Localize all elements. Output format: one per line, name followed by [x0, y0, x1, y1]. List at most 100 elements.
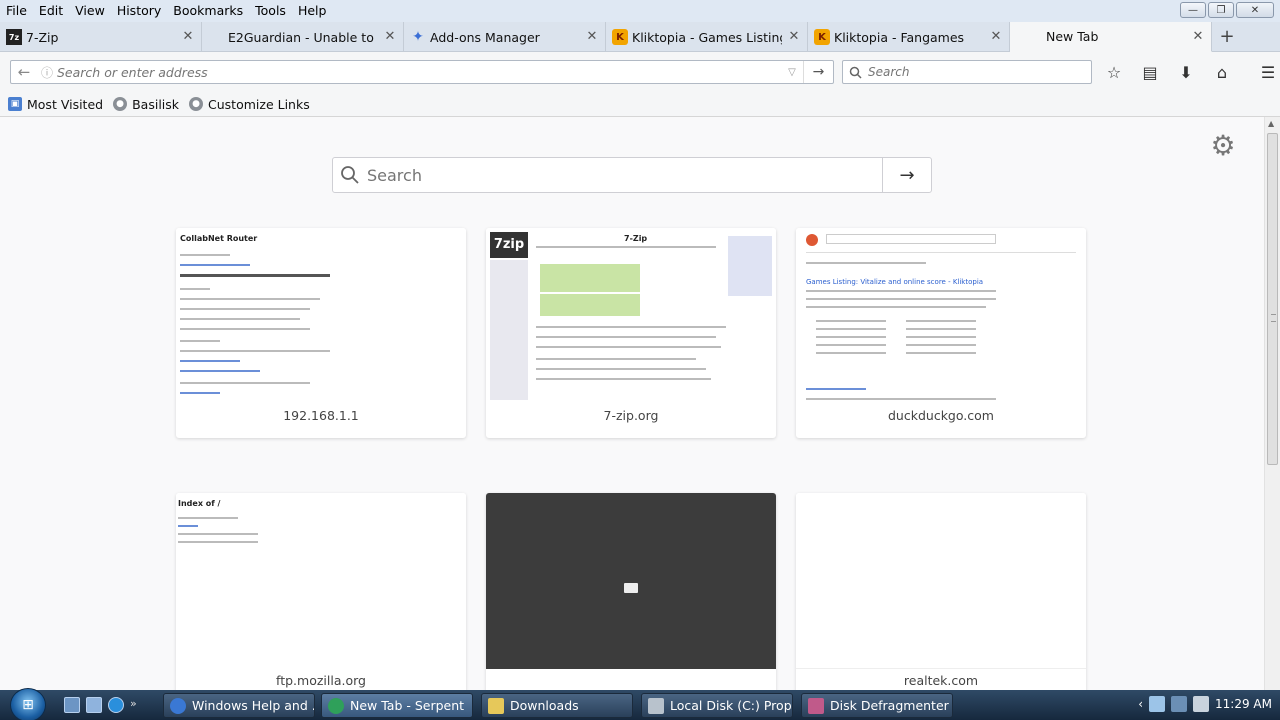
thumbnail-title: Index of / [178, 499, 221, 508]
close-tab-icon[interactable]: ✕ [585, 29, 599, 44]
tab-7zip[interactable]: 7z 7-Zip ✕ [0, 22, 202, 52]
system-tray: ‹ 11:29 AM [1138, 696, 1272, 712]
menu-help[interactable]: Help [292, 0, 333, 22]
globe-icon: ● [113, 97, 128, 111]
bookmark-most-visited[interactable]: ▣ Most Visited [8, 97, 103, 112]
start-button[interactable]: ⊞ [10, 688, 46, 720]
kliktopia-favicon-icon: K [612, 29, 628, 45]
taskbar-button-label: New Tab - Serpent [350, 698, 465, 713]
tile-thumbnail [486, 493, 776, 669]
kliktopia-favicon-icon: K [814, 29, 830, 45]
taskbar-button-disk-defragmenter[interactable]: Disk Defragmenter [801, 693, 953, 718]
switch-windows-icon[interactable] [86, 697, 102, 713]
top-site-tile[interactable]: 7zip 7-Zip 7-zip.org [486, 228, 776, 438]
search-input[interactable] [868, 65, 1068, 79]
tab-new-tab[interactable]: New Tab ✕ [1010, 22, 1212, 52]
windows-taskbar: ⊞ » Windows Help and ... New Tab - Serpe… [0, 688, 1280, 720]
top-site-tile[interactable] [486, 493, 776, 690]
back-arrow-icon[interactable]: ← [11, 61, 37, 83]
folder-icon [488, 697, 504, 714]
search-bar [842, 60, 1092, 84]
vertical-scrollbar[interactable]: ▲ [1264, 117, 1280, 690]
window-controls: — ❐ ✕ [1180, 2, 1274, 18]
tile-label: duckduckgo.com [888, 408, 994, 423]
tab-strip: 7z 7-Zip ✕ E2Guardian - Unable to load w… [0, 22, 1280, 52]
menu-edit[interactable]: Edit [33, 0, 69, 22]
top-site-tile[interactable]: CollabNet Router 192.168.1.1 [176, 228, 466, 438]
clock[interactable]: 11:29 AM [1215, 697, 1272, 711]
bookmark-label: Most Visited [27, 96, 104, 112]
bookmark-customize-links[interactable]: ● Customize Links [189, 97, 310, 112]
bookmarks-library-icon[interactable]: ▤ [1136, 59, 1164, 85]
display-icon[interactable] [1171, 696, 1188, 712]
maximize-button[interactable]: ❐ [1208, 2, 1234, 18]
info-icon[interactable]: ⓘ [37, 64, 57, 81]
close-tab-icon[interactable]: ✕ [1191, 29, 1205, 44]
taskbar-button-new-tab[interactable]: New Tab - Serpent [321, 693, 473, 718]
tab-label: Kliktopia - Fangames [834, 29, 965, 45]
menu-history[interactable]: History [111, 0, 167, 22]
tile-label: 192.168.1.1 [283, 408, 359, 423]
volume-muted-icon[interactable] [1193, 696, 1210, 712]
taskbar-button-local-disk[interactable]: Local Disk (C:) Prop... [641, 693, 793, 718]
newtab-search-go-button[interactable]: → [882, 158, 931, 192]
bookmarks-toolbar: ▣ Most Visited ● Basilisk ● Customize Li… [0, 92, 1280, 117]
menu-file[interactable]: File [0, 0, 33, 22]
navigation-bar: ← ⓘ ▽ → ☆ ▤ ⬇ ⌂ ☰ [0, 52, 1280, 92]
taskbar-button-windows-help[interactable]: Windows Help and ... [163, 693, 315, 718]
close-tab-icon[interactable]: ✕ [989, 29, 1003, 44]
menu-view[interactable]: View [69, 0, 111, 22]
gear-icon[interactable]: ⚙ [1208, 131, 1238, 161]
tile-thumbnail [796, 493, 1086, 669]
tab-label: New Tab [1046, 29, 1099, 44]
network-icon[interactable] [1149, 696, 1166, 712]
tile-thumbnail: 7zip 7-Zip [486, 228, 776, 404]
tile-thumbnail: Index of / [176, 493, 466, 669]
tile-label: realtek.com [903, 673, 979, 688]
close-window-button[interactable]: ✕ [1236, 2, 1274, 18]
defragmenter-icon [808, 697, 824, 714]
internet-explorer-icon[interactable] [108, 697, 124, 713]
newtab-search-input[interactable] [367, 160, 882, 190]
top-site-tile[interactable]: realtek.com [796, 493, 1086, 690]
tab-addons-manager[interactable]: ✦ Add-ons Manager ✕ [404, 22, 606, 52]
taskbar-button-label: Disk Defragmenter [830, 698, 949, 713]
minimize-button[interactable]: — [1180, 2, 1206, 18]
close-tab-icon[interactable]: ✕ [383, 29, 397, 44]
top-site-tile[interactable]: Index of / ftp.mozilla.org [176, 493, 466, 690]
go-button[interactable]: → [803, 61, 833, 83]
taskbar-button-label: Windows Help and ... [192, 698, 315, 713]
search-icon [849, 66, 862, 79]
tab-label: E2Guardian - Unable to load web page [228, 29, 378, 45]
menu-bookmarks[interactable]: Bookmarks [167, 0, 249, 22]
newtab-search-box: → [332, 157, 932, 193]
scrollbar-thumb[interactable] [1267, 133, 1278, 465]
help-icon [170, 697, 186, 714]
top-site-tile[interactable]: Games Listing: Vitalize and online score… [796, 228, 1086, 438]
disk-drive-icon [648, 697, 664, 714]
menu-tools[interactable]: Tools [249, 0, 292, 22]
hamburger-menu-icon[interactable]: ☰ [1254, 59, 1280, 85]
downloads-icon[interactable]: ⬇ [1172, 59, 1200, 85]
menu-bar: File Edit View History Bookmarks Tools H… [0, 0, 1280, 22]
bookmark-star-icon[interactable]: ☆ [1100, 59, 1128, 85]
address-input[interactable] [57, 62, 781, 82]
taskbar-button-downloads[interactable]: Downloads [481, 693, 633, 718]
show-desktop-icon[interactable] [64, 697, 80, 713]
quick-launch-expand-icon[interactable]: » [130, 697, 137, 713]
scroll-up-arrow-icon[interactable]: ▲ [1268, 119, 1274, 128]
tab-label: Kliktopia - Games Listing: V [632, 29, 782, 45]
close-tab-icon[interactable]: ✕ [181, 29, 195, 44]
tab-e2guardian[interactable]: E2Guardian - Unable to load web page ✕ [202, 22, 404, 52]
home-icon[interactable]: ⌂ [1208, 59, 1236, 85]
bookmark-basilisk[interactable]: ● Basilisk [113, 97, 179, 112]
search-icon [333, 165, 367, 185]
serpent-icon [328, 697, 344, 714]
close-tab-icon[interactable]: ✕ [787, 29, 801, 44]
dropdown-arrow-icon[interactable]: ▽ [781, 67, 803, 78]
tile-label: ftp.mozilla.org [276, 673, 366, 688]
tab-kliktopia-games[interactable]: K Kliktopia - Games Listing: V ✕ [606, 22, 808, 52]
tab-kliktopia-fangames[interactable]: K Kliktopia - Fangames ✕ [808, 22, 1010, 52]
tray-expand-icon[interactable]: ‹ [1138, 697, 1143, 711]
new-tab-button[interactable]: + [1212, 22, 1242, 51]
